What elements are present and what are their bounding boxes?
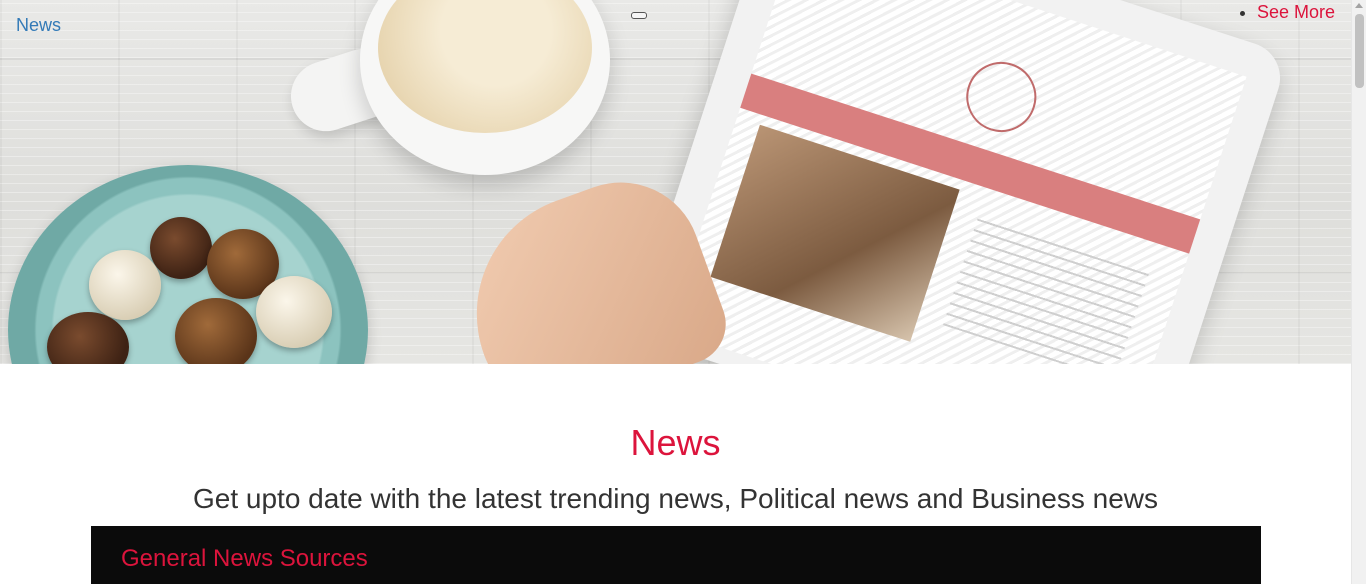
coffee-surface — [378, 0, 592, 133]
page-title: News — [630, 422, 721, 463]
truffle — [89, 250, 161, 320]
hero-image — [0, 0, 1351, 364]
navbar-toggle-button[interactable] — [631, 12, 647, 19]
sources-panel-title: General News Sources — [121, 545, 368, 572]
page-subtitle: Get upto date with the latest trending n… — [193, 483, 1158, 514]
news-sources-panel: General News Sources — [91, 526, 1261, 584]
page-scrollbar[interactable] — [1351, 0, 1366, 584]
see-more-link[interactable]: See More — [1257, 2, 1335, 22]
navbar-links: See More — [1239, 2, 1335, 23]
scroll-up-arrow-icon[interactable] — [1355, 3, 1363, 8]
screen-text-block — [942, 210, 1152, 364]
coffee-mug — [360, 0, 610, 175]
blog-logo-graphic — [957, 52, 1046, 142]
navbar-brand-link[interactable]: News — [16, 15, 61, 36]
tablet-screen — [667, 0, 1247, 364]
scroll-thumb[interactable] — [1355, 14, 1364, 88]
navbar-item: See More — [1257, 2, 1335, 23]
truffle — [150, 217, 212, 279]
truffle — [175, 298, 257, 364]
tablet-device — [630, 0, 1290, 364]
truffle — [256, 276, 332, 348]
